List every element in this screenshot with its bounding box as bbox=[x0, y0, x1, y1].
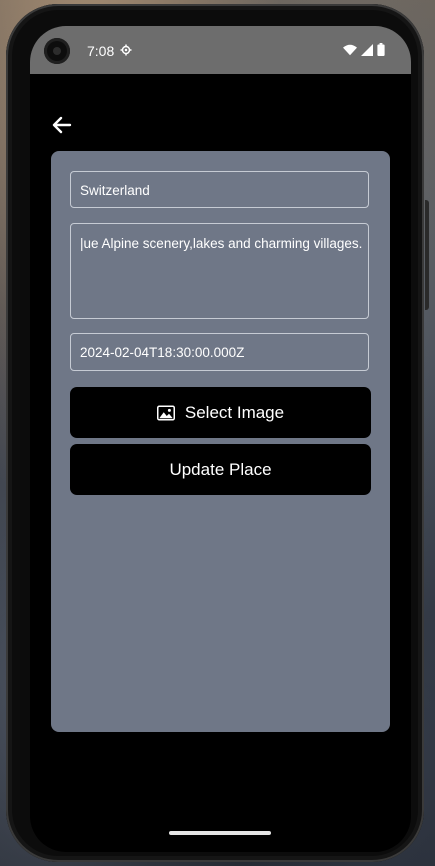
description-textarea[interactable]: |ue Alpine scenery,lakes and charming vi… bbox=[70, 223, 369, 319]
update-place-label: Update Place bbox=[169, 459, 272, 479]
battery-icon bbox=[377, 43, 385, 56]
phone-side-button bbox=[425, 200, 429, 310]
gear-icon bbox=[120, 44, 132, 56]
edit-place-card: Switzerland |ue Alpine scenery,lakes and… bbox=[51, 151, 390, 732]
status-bar: 7:08 bbox=[30, 26, 411, 74]
status-time: 7:08 bbox=[87, 43, 115, 59]
phone-screen: 7:08 Switzerland |ue Alpine scenery,lake… bbox=[30, 26, 411, 852]
wifi-icon bbox=[343, 44, 357, 55]
date-input[interactable]: 2024-02-04T18:30:00.000Z bbox=[70, 333, 369, 371]
cell-signal-icon bbox=[361, 43, 373, 56]
select-image-button[interactable]: Select Image bbox=[70, 387, 371, 438]
status-icons bbox=[343, 43, 385, 56]
home-indicator[interactable] bbox=[169, 831, 271, 835]
select-image-label: Select Image bbox=[184, 402, 285, 422]
front-camera bbox=[44, 38, 70, 64]
phone-frame: 7:08 Switzerland |ue Alpine scenery,lake… bbox=[6, 4, 424, 862]
update-place-button[interactable]: Update Place bbox=[70, 444, 371, 495]
image-icon bbox=[156, 405, 175, 420]
country-input[interactable]: Switzerland bbox=[70, 171, 369, 208]
arrow-left-icon[interactable] bbox=[50, 113, 74, 137]
